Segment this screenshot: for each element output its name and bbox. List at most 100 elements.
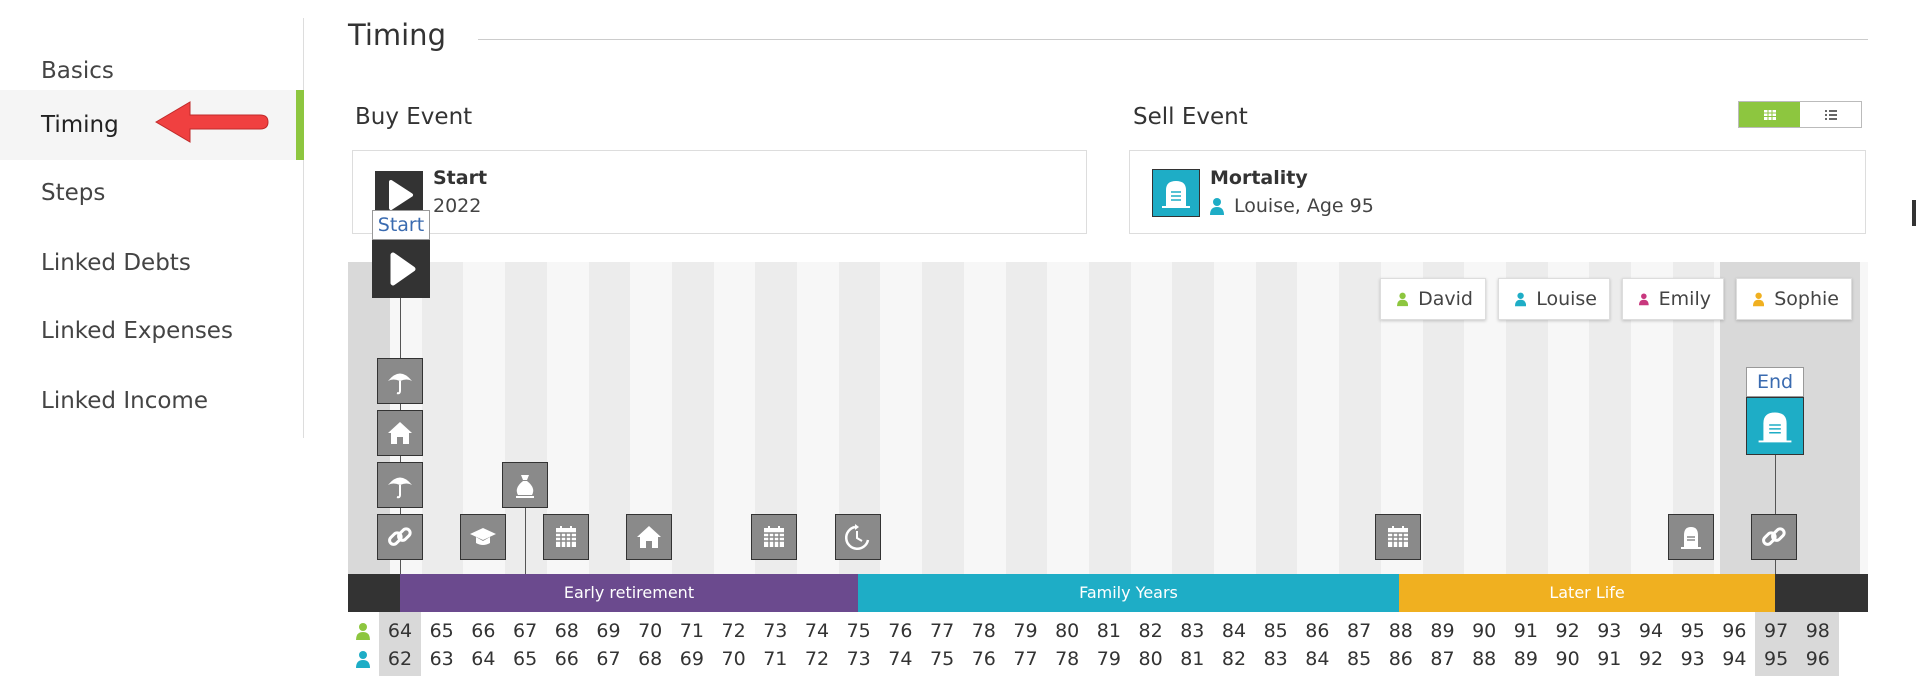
person-icon <box>1210 198 1224 215</box>
age-louise: 83 <box>1263 648 1288 670</box>
sidebar-item-linked-debts[interactable]: Linked Debts <box>0 228 304 298</box>
age-louise: 70 <box>721 648 746 670</box>
phase-band-empty <box>348 574 400 612</box>
sidebar-item-label: Steps <box>41 180 106 206</box>
age-david: 79 <box>1013 620 1038 642</box>
grid-view-button[interactable] <box>1739 102 1800 127</box>
person-toggle-sophie[interactable]: Sophie <box>1736 278 1852 320</box>
scrollbar-handle[interactable] <box>1912 200 1916 226</box>
buy-event-label: Buy Event <box>355 104 473 130</box>
person-icon <box>1397 292 1409 307</box>
age-louise: 94 <box>1722 648 1747 670</box>
person-icon <box>356 623 370 640</box>
event-calendar-icon[interactable] <box>1375 514 1421 560</box>
age-louise: 85 <box>1347 648 1372 670</box>
sidebar-item-label: Linked Income <box>41 388 208 414</box>
age-louise: 79 <box>1096 648 1121 670</box>
age-louise: 65 <box>513 648 538 670</box>
age-louise: 88 <box>1472 648 1497 670</box>
event-link-icon[interactable] <box>1751 514 1797 560</box>
age-louise: 78 <box>1055 648 1080 670</box>
person-icon <box>1515 292 1527 307</box>
age-david: 69 <box>596 620 621 642</box>
event-house-icon[interactable] <box>377 410 423 456</box>
phase-band-empty <box>1775 574 1868 612</box>
age-david: 95 <box>1680 620 1705 642</box>
age-david: 75 <box>846 620 871 642</box>
age-david: 74 <box>804 620 830 642</box>
age-louise: 72 <box>804 648 830 670</box>
age-louise: 90 <box>1555 648 1580 670</box>
age-louise: 69 <box>679 648 704 670</box>
phase-later-life[interactable]: Later Life <box>1399 574 1775 612</box>
age-louise: 73 <box>846 648 871 670</box>
event-umbrella-icon[interactable] <box>377 358 423 404</box>
tombstone-icon <box>1152 169 1200 217</box>
view-toggle <box>1738 101 1862 128</box>
age-david: 64 <box>387 620 413 642</box>
sidebar-item-label: Linked Expenses <box>41 318 233 344</box>
person-name: Emily <box>1658 288 1711 310</box>
person-toggle-emily[interactable]: Emily <box>1622 278 1724 320</box>
sell-event-card[interactable]: Mortality Louise, Age 95 <box>1129 150 1866 234</box>
list-view-button[interactable] <box>1800 102 1861 127</box>
list-icon <box>1824 109 1837 120</box>
age-louise: 67 <box>596 648 621 670</box>
person-icon <box>1753 292 1765 307</box>
age-louise: 74 <box>888 648 913 670</box>
age-david: 65 <box>429 620 454 642</box>
age-louise: 92 <box>1638 648 1664 670</box>
sell-event-detail: Louise, Age 95 <box>1234 195 1374 217</box>
age-david: 82 <box>1138 620 1163 642</box>
event-retirement-clock-icon[interactable] <box>835 514 881 560</box>
sidebar-item-label: Linked Debts <box>41 250 191 276</box>
person-toggle-louise[interactable]: Louise <box>1498 278 1610 320</box>
phase-family-years[interactable]: Family Years <box>858 574 1399 612</box>
age-david: 85 <box>1263 620 1288 642</box>
event-calendar-icon[interactable] <box>543 514 589 560</box>
app-root: Basics Timing Steps Linked Debts Linked … <box>0 0 1920 686</box>
age-david: 83 <box>1180 620 1205 642</box>
age-david: 67 <box>513 620 538 642</box>
event-calendar-icon[interactable] <box>751 514 797 560</box>
event-umbrella-icon[interactable] <box>377 462 423 508</box>
phase-early-retirement[interactable]: Early retirement <box>400 574 858 612</box>
annotation-arrow-icon <box>155 101 269 143</box>
event-tombstone-icon[interactable] <box>1668 514 1714 560</box>
start-marker[interactable] <box>372 240 430 298</box>
event-house-icon[interactable] <box>626 514 672 560</box>
end-marker[interactable] <box>1746 397 1804 455</box>
age-david: 89 <box>1430 620 1455 642</box>
age-david: 78 <box>971 620 996 642</box>
person-name: David <box>1418 288 1473 310</box>
age-david: 76 <box>888 620 913 642</box>
buy-event-card[interactable]: Start 2022 <box>352 150 1087 234</box>
sell-event-label: Sell Event <box>1133 104 1248 130</box>
age-louise: 95 <box>1764 648 1789 670</box>
event-money-bag-icon[interactable] <box>502 462 548 508</box>
sidebar-item-linked-expenses[interactable]: Linked Expenses <box>0 296 304 366</box>
age-david: 68 <box>554 620 579 642</box>
grid-icon <box>1763 109 1776 120</box>
age-david: 93 <box>1597 620 1622 642</box>
age-david: 66 <box>471 620 496 642</box>
event-connector-line <box>525 508 526 574</box>
age-david: 88 <box>1388 620 1413 642</box>
age-david: 98 <box>1805 620 1830 642</box>
tombstone-icon <box>1758 412 1792 443</box>
event-link-icon[interactable] <box>377 514 423 560</box>
age-david: 77 <box>930 620 955 642</box>
person-toggle-david[interactable]: David <box>1380 278 1486 320</box>
event-graduation-cap-icon[interactable] <box>460 514 506 560</box>
age-louise: 96 <box>1805 648 1830 670</box>
sidebar-item-linked-income[interactable]: Linked Income <box>0 366 304 436</box>
age-david: 86 <box>1305 620 1330 642</box>
sidebar-item-steps[interactable]: Steps <box>0 158 304 228</box>
age-louise: 89 <box>1513 648 1538 670</box>
age-david: 91 <box>1513 620 1538 642</box>
end-marker-label: End <box>1746 367 1804 397</box>
age-louise: 81 <box>1180 648 1205 670</box>
person-name: Sophie <box>1774 288 1839 310</box>
age-louise: 93 <box>1680 648 1705 670</box>
person-icon <box>356 651 370 668</box>
